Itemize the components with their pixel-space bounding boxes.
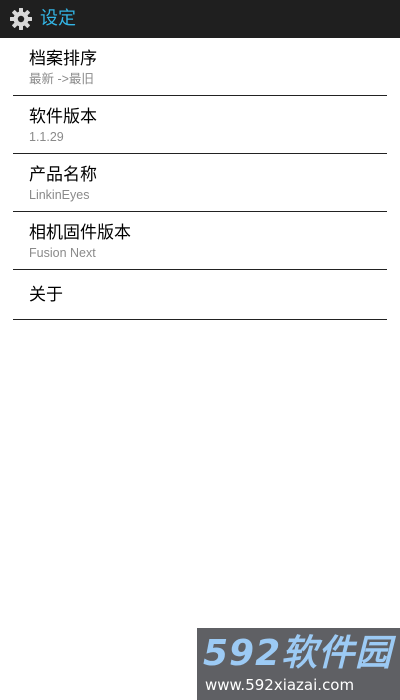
- gear-icon[interactable]: [8, 6, 34, 32]
- page-title: 设定: [40, 8, 76, 29]
- setting-title: 关于: [29, 284, 63, 305]
- action-bar: 设定: [0, 0, 400, 38]
- setting-camera-firmware[interactable]: 相机固件版本 Fusion Next: [13, 212, 387, 270]
- settings-list: 档案排序 最新 ->最旧 软件版本 1.1.29 产品名称 LinkinEyes…: [13, 38, 387, 320]
- watermark-logo: 592软件园: [203, 633, 393, 674]
- setting-title: 档案排序: [29, 48, 97, 69]
- setting-value: Fusion Next: [29, 245, 96, 260]
- settings-screen: 设定 档案排序 最新 ->最旧 软件版本 1.1.29 产品名称 LinkinE…: [0, 0, 400, 700]
- watermark-url: www.592xiazai.com: [205, 676, 355, 694]
- setting-title: 产品名称: [29, 164, 97, 185]
- setting-title: 相机固件版本: [29, 222, 131, 243]
- setting-value: 最新 ->最旧: [29, 71, 94, 86]
- setting-about[interactable]: 关于: [13, 270, 387, 320]
- setting-title: 软件版本: [29, 106, 97, 127]
- watermark: 592软件园 www.592xiazai.com: [197, 628, 400, 700]
- setting-value: 1.1.29: [29, 129, 64, 144]
- setting-value: LinkinEyes: [29, 187, 90, 202]
- setting-software-version[interactable]: 软件版本 1.1.29: [13, 96, 387, 154]
- setting-file-sort[interactable]: 档案排序 最新 ->最旧: [13, 38, 387, 96]
- setting-product-name[interactable]: 产品名称 LinkinEyes: [13, 154, 387, 212]
